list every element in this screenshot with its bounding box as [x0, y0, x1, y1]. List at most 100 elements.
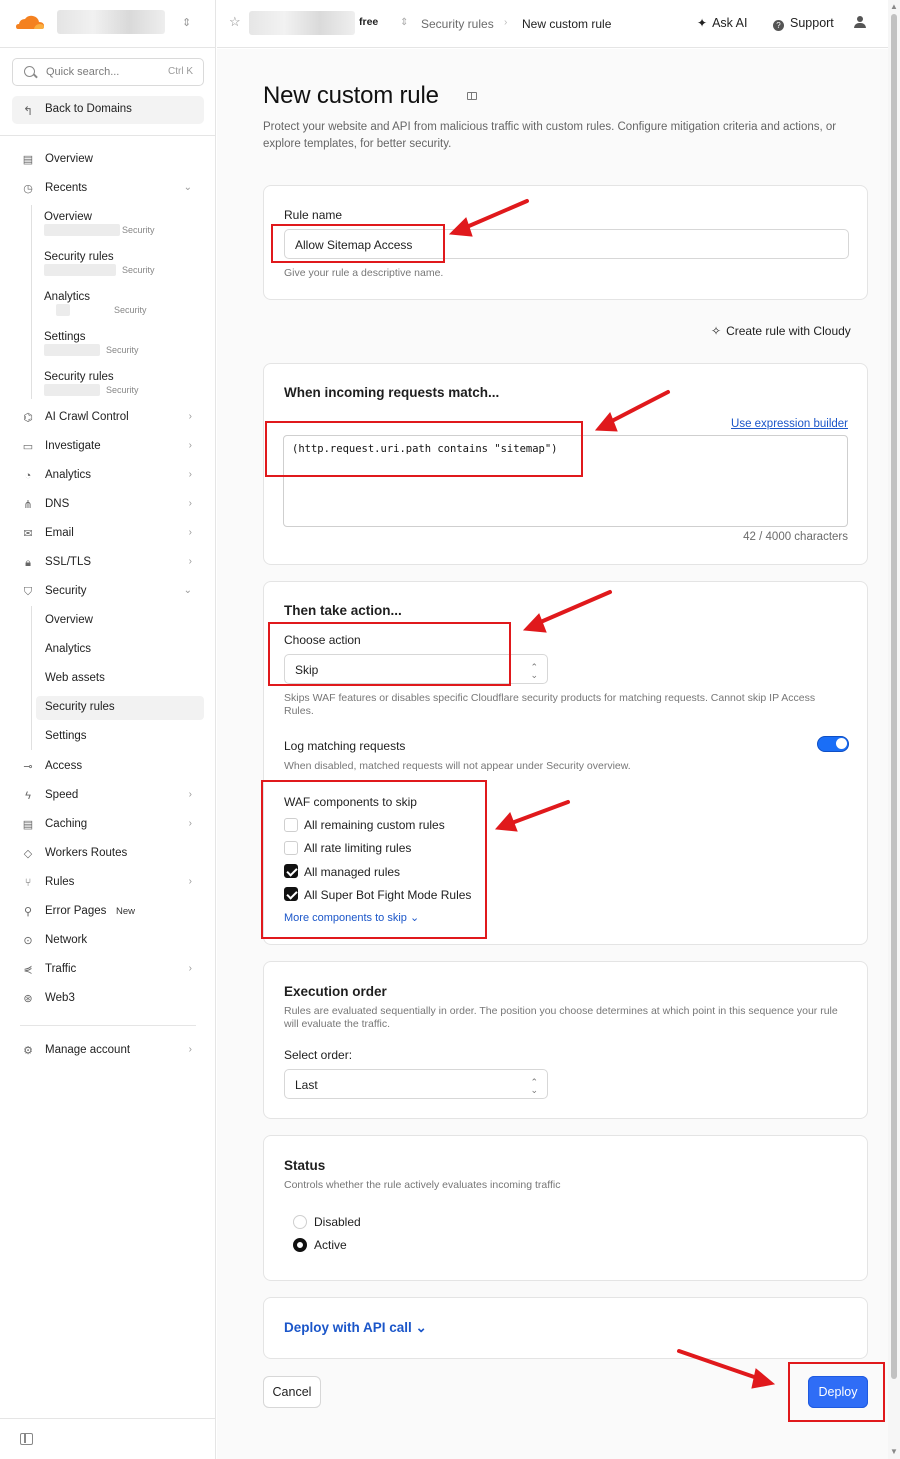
- domain-redacted: [44, 264, 116, 276]
- chevron-right-icon: ›: [188, 789, 192, 800]
- quick-search-input[interactable]: [46, 64, 156, 80]
- pie-chart-icon: ◔: [24, 470, 32, 482]
- sidebar-item-speed[interactable]: ϟ Speed ›: [12, 784, 204, 808]
- account-switch-icon[interactable]: ⇕: [182, 16, 191, 29]
- back-to-domains-label: Back to Domains: [45, 103, 132, 115]
- user-icon[interactable]: [854, 16, 866, 29]
- divider: [20, 1025, 196, 1026]
- crawler-icon: ⌬: [23, 412, 33, 424]
- breadcrumb-security-rules[interactable]: Security rules: [421, 17, 494, 31]
- sidebar-item-network[interactable]: ⊙ Network: [12, 929, 204, 953]
- sidebar-subitem-security-rules[interactable]: Security rules: [36, 696, 204, 720]
- sidebar-item-rules[interactable]: ⑂ Rules ›: [12, 871, 204, 895]
- account-name-redacted[interactable]: [57, 10, 165, 34]
- search-icon: [24, 66, 35, 77]
- back-to-domains-button[interactable]: ↰ Back to Domains: [12, 96, 204, 124]
- quick-search[interactable]: Ctrl K: [12, 58, 204, 86]
- expression-builder-link[interactable]: Use expression builder: [731, 418, 848, 430]
- fork-icon: ⑂: [24, 877, 32, 889]
- cancel-button[interactable]: Cancel: [263, 1376, 321, 1408]
- sidebar-item-ssl-tls[interactable]: 🔒︎ SSL/TLS ›: [12, 551, 204, 575]
- sidebar-item-web3[interactable]: ⊛ Web3: [12, 987, 204, 1011]
- chevron-right-icon: ›: [188, 527, 192, 538]
- recent-item[interactable]: Analytics Security: [44, 291, 204, 327]
- sidebar-subitem-security-overview[interactable]: Overview: [36, 609, 204, 633]
- sidebar-item-ai-crawl-control[interactable]: ⌬ AI Crawl Control ›: [12, 406, 204, 430]
- wrench-icon: ⚲: [23, 906, 33, 918]
- workers-icon: ◇: [23, 848, 33, 860]
- shield-icon: ⛉: [23, 586, 33, 598]
- status-help: Controls whether the rule actively evalu…: [284, 1179, 561, 1191]
- sparkle-icon: ✧: [711, 324, 722, 338]
- domain-switch-icon[interactable]: ⇕: [400, 17, 408, 28]
- highlight-rule-name: [271, 224, 445, 263]
- domain-name-redacted[interactable]: [249, 11, 355, 35]
- chevron-right-icon: ›: [188, 411, 192, 422]
- breadcrumb-current: New custom rule: [522, 17, 612, 31]
- sidebar-item-analytics[interactable]: ◔ Analytics ›: [12, 464, 204, 488]
- docs-book-icon[interactable]: [467, 92, 477, 100]
- sidebar-item-security[interactable]: ⛉ Security ⌄: [12, 580, 204, 604]
- scroll-down-icon[interactable]: ▼: [890, 1447, 898, 1456]
- web3-icon: ⊛: [23, 993, 33, 1005]
- action-title: Then take action...: [284, 603, 402, 618]
- top-bar: ☆ free ⇕ Security rules › New custom rul…: [217, 0, 888, 48]
- highlight-waf-components: [261, 780, 487, 939]
- chevron-down-icon: ⌄: [183, 182, 192, 193]
- cloudflare-logo-icon[interactable]: [14, 13, 46, 31]
- select-order-select[interactable]: Last ⌃ ⌄: [284, 1069, 548, 1099]
- sidebar-item-overview[interactable]: ▤ Overview: [12, 148, 204, 172]
- sidebar-item-email[interactable]: ✉ Email ›: [12, 522, 204, 546]
- deploy-with-api-toggle[interactable]: Deploy with API call ⌄: [284, 1320, 427, 1336]
- lightning-icon: ϟ: [25, 790, 31, 802]
- sidebar-item-traffic[interactable]: ⋞ Traffic ›: [12, 958, 204, 982]
- scrollbar-thumb[interactable]: [891, 14, 897, 1379]
- support-button[interactable]: ? Support: [773, 16, 834, 31]
- back-arrow-icon: ↰: [23, 104, 34, 118]
- sidebar-item-caching[interactable]: ▤ Caching ›: [12, 813, 204, 837]
- traffic-icon: ⋞: [23, 964, 33, 976]
- select-chevron-icon: ⌃ ⌄: [530, 662, 538, 680]
- scroll-up-icon[interactable]: ▲: [890, 2, 898, 11]
- sidebar-item-recents[interactable]: ◷ Recents ⌄: [12, 177, 204, 201]
- storage-icon: ▤: [22, 819, 34, 831]
- radio-disabled[interactable]: [293, 1215, 307, 1229]
- plan-badge: free: [359, 16, 379, 28]
- scrollbar[interactable]: ▲ ▼: [888, 0, 900, 1459]
- log-requests-toggle[interactable]: [817, 736, 849, 752]
- rule-name-help: Give your rule a descriptive name.: [284, 267, 444, 279]
- lock-icon: 🔒︎: [25, 557, 31, 569]
- chevron-right-icon: ›: [188, 818, 192, 829]
- recent-item[interactable]: Settings Security: [44, 331, 204, 367]
- log-requests-label: Log matching requests: [284, 739, 406, 753]
- sidebar-item-investigate[interactable]: ▭ Investigate ›: [12, 435, 204, 459]
- sidebar-subitem-security-settings[interactable]: Settings: [36, 725, 204, 749]
- char-count: 42 / 4000 characters: [743, 531, 848, 543]
- tree-line: [31, 606, 32, 750]
- chevron-right-icon: ›: [188, 469, 192, 480]
- domain-redacted: [56, 304, 70, 316]
- create-with-cloudy-button[interactable]: ✧ Create rule with Cloudy: [711, 324, 851, 338]
- ask-ai-button[interactable]: ✦ Ask AI: [697, 16, 748, 30]
- recent-item[interactable]: Security rules Security: [44, 251, 204, 287]
- recent-item[interactable]: Security rules Security: [44, 371, 204, 407]
- sidebar-item-error-pages[interactable]: ⚲ Error Pages New: [12, 900, 204, 924]
- sidebar-subitem-web-assets[interactable]: Web assets: [36, 667, 204, 691]
- sidebar-subitem-security-analytics[interactable]: Analytics: [36, 638, 204, 662]
- sidebar-item-access[interactable]: ⊸ Access: [12, 755, 204, 779]
- sidebar-item-manage-account[interactable]: ⚙ Manage account ›: [12, 1039, 204, 1063]
- execution-title: Execution order: [284, 984, 387, 999]
- domain-redacted: [44, 384, 100, 396]
- star-icon[interactable]: ☆: [229, 14, 241, 30]
- sidebar-item-workers-routes[interactable]: ◇ Workers Routes: [12, 842, 204, 866]
- recent-item[interactable]: Overview Security: [44, 211, 204, 247]
- sidebar-collapse-icon[interactable]: [20, 1433, 33, 1445]
- sidebar-item-dns[interactable]: ⋔ DNS ›: [12, 493, 204, 517]
- tree-line: [31, 205, 32, 399]
- location-pin-icon: ⊙: [23, 935, 33, 947]
- radio-active[interactable]: [293, 1238, 307, 1252]
- divider: [0, 1418, 216, 1419]
- highlight-choose-action: [268, 622, 511, 686]
- choose-action-help: Skips WAF features or disables specific …: [284, 692, 816, 717]
- access-icon: ⊸: [23, 761, 33, 773]
